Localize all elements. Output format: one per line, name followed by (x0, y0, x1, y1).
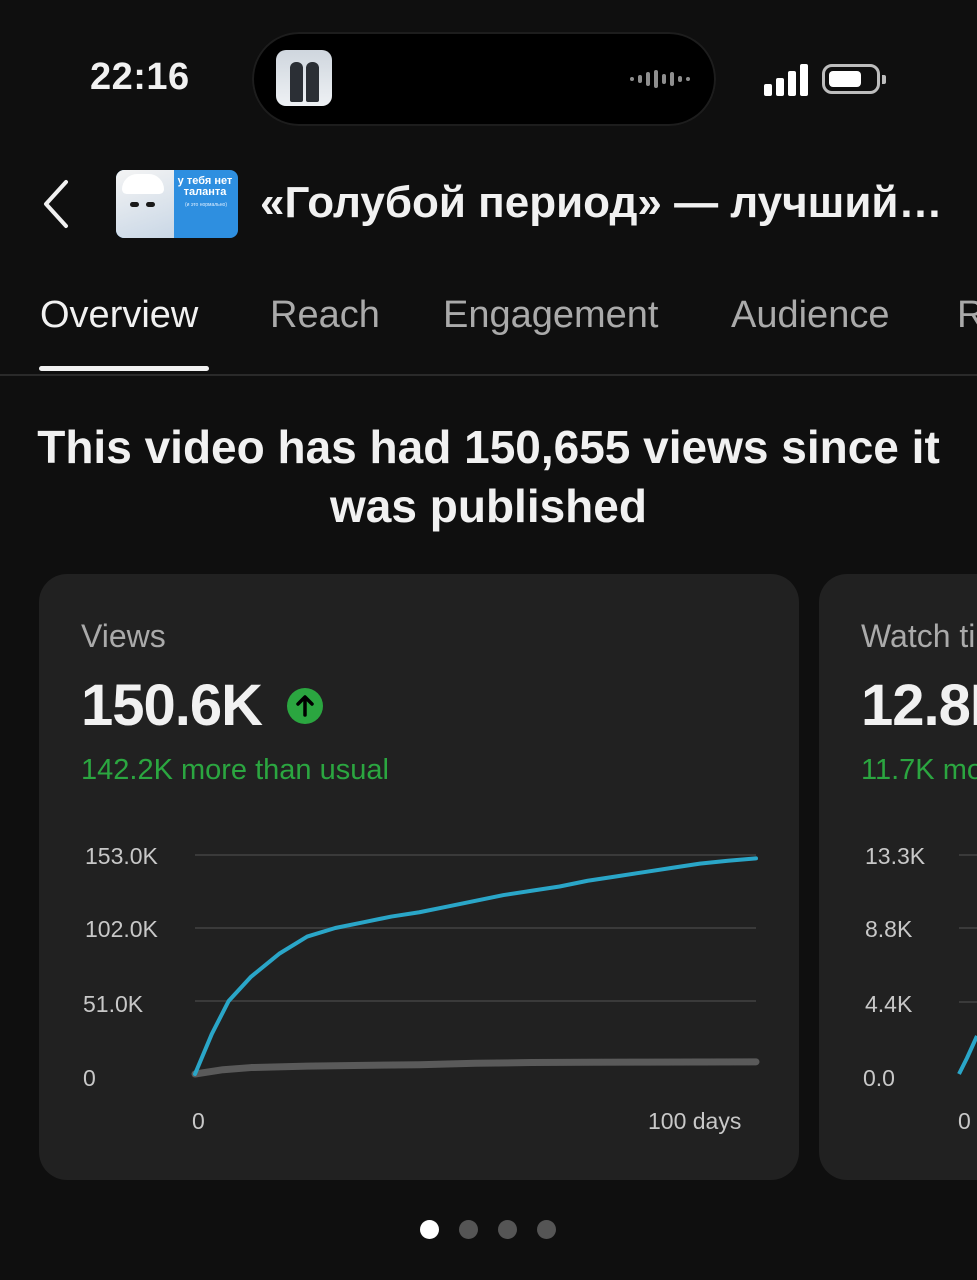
series-line (957, 1035, 977, 1075)
y-tick-label: 4.4K (865, 991, 913, 1017)
tab-audience[interactable]: Audience (731, 294, 889, 337)
pager-dot[interactable] (498, 1220, 517, 1239)
x-tick-label: 0 (192, 1108, 205, 1134)
tab-engagement[interactable]: Engagement (443, 294, 659, 337)
y-tick-label: 51.0K (83, 991, 144, 1017)
active-tab-indicator (39, 366, 209, 371)
views-series-line (193, 856, 758, 1076)
battery-icon (822, 64, 886, 94)
tab-research[interactable]: Research (957, 294, 977, 337)
video-title: «Голубой период» — лучший период в творч… (260, 178, 950, 227)
pager-dot[interactable] (459, 1220, 478, 1239)
now-playing-thumbnail (276, 50, 332, 106)
video-header: у тебя нет таланта (и это нормально) «Го… (0, 160, 977, 250)
status-bar: 22:16 (0, 0, 977, 150)
thumbnail-subtext: (и это нормально) (185, 202, 227, 208)
watch-time-line-chart (957, 854, 977, 1075)
views-card[interactable]: Views 150.6K 142.2K more than usual 153.… (39, 574, 799, 1180)
pager-dot[interactable] (420, 1220, 439, 1239)
dynamic-island[interactable] (252, 32, 716, 126)
y-tick-label: 13.3K (865, 843, 926, 869)
tab-reach[interactable]: Reach (270, 294, 380, 337)
y-tick-label: 153.0K (85, 843, 158, 869)
video-thumbnail[interactable]: у тебя нет таланта (и это нормально) (116, 170, 238, 238)
status-time: 22:16 (90, 56, 190, 98)
tab-bar: Overview Reach Engagement Audience Resea… (0, 282, 977, 376)
y-tick-label: 102.0K (85, 916, 158, 942)
tab-overview[interactable]: Overview (40, 294, 198, 337)
x-tick-label: 0 (958, 1108, 971, 1134)
thumbnail-text: у тебя нет таланта (177, 175, 233, 198)
y-tick-label: 8.8K (865, 916, 913, 942)
typical-range-line (191, 1058, 760, 1078)
watch-time-card[interactable]: Watch time (hours) 12.8K 11.7K more than… (819, 574, 977, 1180)
y-tick-label: 0.0 (863, 1065, 895, 1091)
y-tick-label: 0 (83, 1065, 96, 1091)
views-summary-headline: This video has had 150,655 views since i… (37, 421, 940, 532)
chevron-left-icon[interactable] (38, 178, 78, 230)
views-line-chart (191, 854, 760, 1078)
audio-wave-icon (630, 70, 690, 88)
pager-dot[interactable] (537, 1220, 556, 1239)
signal-icon (764, 64, 812, 96)
x-tick-label: 100 days (648, 1108, 742, 1134)
